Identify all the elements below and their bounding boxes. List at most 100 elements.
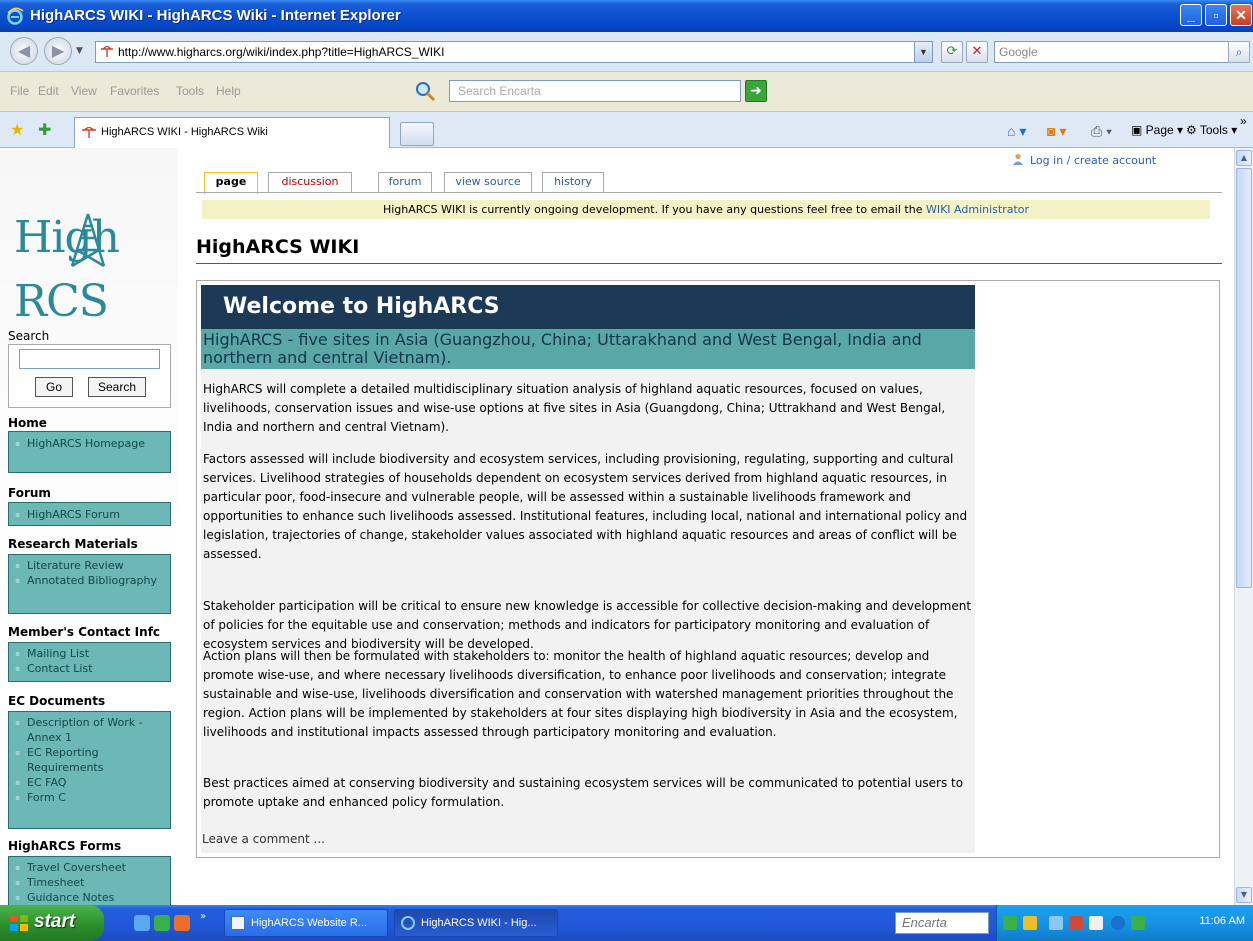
home-icon[interactable]: ⌂ ▾ [1007, 123, 1026, 140]
taskbar-item-wiki-label: HighARCS WIKI - Hig... [421, 917, 537, 929]
maximize-button[interactable]: ▫ [1205, 4, 1227, 26]
browser-tab[interactable]: HighARCS WIKI - HighARCS Wiki [74, 117, 390, 148]
article-paragraph-3: Stakeholder participation will be critic… [203, 599, 972, 651]
tab-history[interactable]: history [542, 172, 604, 192]
search-placeholder: Google [999, 45, 1038, 59]
tray-help-icon[interactable] [1089, 916, 1103, 930]
tray-messenger-icon[interactable] [1131, 916, 1145, 930]
wiki-administrator-link[interactable]: WIKI Administrator [926, 203, 1029, 216]
tray-notification-icon[interactable] [1023, 916, 1037, 930]
sidebar-heading-home: Home [8, 416, 47, 430]
quicklaunch-overflow-icon[interactable]: » [200, 911, 206, 922]
add-favorite-icon[interactable]: ✚ [38, 120, 51, 139]
search-input[interactable]: Google [994, 41, 1230, 63]
tab-view-source[interactable]: view source [444, 172, 532, 192]
page-menu-button[interactable]: ▣ Page ▾ [1131, 123, 1183, 137]
wiki-sidebar: HighRCS Search Go Search Home HighARCS H… [0, 148, 178, 905]
sidebar-item-guidance-notes[interactable]: Guidance Notes [9, 890, 170, 905]
sidebar-item-higharcs-homepage[interactable]: HighARCS Homepage [9, 436, 170, 451]
higharcs-logo[interactable]: HighRCS [14, 206, 174, 327]
article-paragraph-4: Action plans will then be formulated wit… [203, 649, 958, 739]
new-tab-button[interactable] [400, 122, 434, 146]
taskbar-encarta-search[interactable]: Encarta [895, 912, 989, 934]
tab-forum[interactable]: forum [378, 172, 432, 192]
document-icon [231, 916, 245, 930]
tray-tool-icon[interactable] [1049, 916, 1063, 930]
system-clock[interactable]: 11:06 AM [1199, 915, 1245, 927]
tray-volume-icon[interactable] [1111, 916, 1125, 930]
encarta-search-icon[interactable] [414, 80, 436, 102]
start-button[interactable]: start [0, 905, 104, 941]
print-icon[interactable]: ⎙ ▾ [1091, 123, 1112, 140]
go-button[interactable]: Go [35, 377, 73, 397]
sidebar-item-ec-reporting-requirements[interactable]: EC Reporting Requirements [9, 745, 170, 775]
sidebar-item-mailing-list[interactable]: Mailing List [9, 646, 170, 661]
sidebar-heading-forum: Forum [8, 486, 51, 500]
sidebar-heading-research-materials: Research Materials [8, 537, 138, 551]
address-bar[interactable]: http://www.higharcs.org/wiki/index.php?t… [95, 41, 933, 63]
search-icon[interactable]: ⌕ [1228, 41, 1250, 63]
quicklaunch-ie-icon[interactable] [134, 915, 150, 931]
menu-file[interactable]: File [10, 84, 29, 98]
refresh-button[interactable]: ⟳ [941, 41, 963, 63]
article-paragraph-1: HighARCS will complete a detailed multid… [203, 382, 946, 434]
menu-tools[interactable]: Tools [176, 84, 204, 98]
sidebar-heading-contact-info: Member's Contact Infc [8, 625, 161, 639]
sidebar-search-box: Go Search [8, 344, 171, 408]
menu-help[interactable]: Help [216, 84, 241, 98]
window-title: HighARCS WIKI - HighARCS Wiki - Internet… [30, 7, 401, 24]
scrollbar-thumb[interactable] [1236, 168, 1252, 588]
sidebar-item-literature-review[interactable]: Literature Review [9, 558, 170, 573]
sidebar-search-input[interactable] [19, 349, 160, 369]
tab-title: HighARCS WIKI - HighARCS Wiki [101, 126, 268, 138]
stop-button[interactable]: ✕ [966, 41, 988, 63]
close-button[interactable]: ✕ [1230, 4, 1252, 26]
quicklaunch-media-icon[interactable] [154, 915, 170, 931]
vertical-scrollbar[interactable]: ▲ ▼ [1234, 148, 1253, 905]
scroll-down-icon[interactable]: ▼ [1236, 887, 1252, 903]
taskbar-encarta-label: Encarta [902, 915, 947, 930]
sidebar-item-travel-coversheet[interactable]: Travel Coversheet [9, 860, 170, 875]
sidebar-item-description-of-work[interactable]: Description of Work - Annex 1 [9, 715, 170, 745]
tab-page[interactable]: page [204, 172, 258, 194]
favorites-star-icon[interactable]: ★ [10, 120, 24, 139]
taskbar-item-wiki[interactable]: HighARCS WIKI - Hig... [394, 909, 558, 937]
menu-favorites[interactable]: Favorites [110, 84, 159, 98]
sidebar-item-annotated-bibliography[interactable]: Annotated Bibliography [9, 573, 170, 588]
recent-pages-dropdown[interactable]: ▼ [76, 46, 83, 56]
address-dropdown-icon[interactable]: ▼ [914, 42, 932, 62]
tray-network-icon[interactable] [1003, 916, 1017, 930]
user-links[interactable]: Log in / create account [1012, 153, 1156, 167]
sidebar-item-contact-list[interactable]: Contact List [9, 661, 170, 676]
site-favicon-icon [101, 46, 113, 57]
toolbar-overflow-icon[interactable]: » [1240, 114, 1247, 128]
leave-comment-link[interactable]: Leave a comment ... [202, 832, 325, 846]
article-panel: Welcome to HighARCS HighARCS - five site… [201, 285, 975, 853]
sidebar-item-timesheet[interactable]: Timesheet [9, 875, 170, 890]
scroll-up-icon[interactable]: ▲ [1236, 150, 1252, 166]
encarta-search-input[interactable]: Search Encarta [449, 80, 741, 102]
encarta-go-button[interactable]: ➜ [745, 80, 767, 102]
page-title: HighARCS WIKI [196, 236, 360, 258]
window-title-bar[interactable]: HighARCS WIKI - HighARCS Wiki - Internet… [0, 0, 1253, 32]
menu-view[interactable]: View [71, 84, 97, 98]
ie-taskbar-icon [401, 916, 415, 930]
taskbar-item-website[interactable]: HighARCS Website R... [224, 909, 388, 937]
quicklaunch-browser-icon[interactable] [174, 915, 190, 931]
login-link[interactable]: Log in / create account [1030, 154, 1156, 167]
tools-menu-label: Tools [1199, 123, 1228, 137]
search-button[interactable]: Search [88, 377, 146, 397]
site-notice-text: HighARCS WIKI is currently ongoing devel… [382, 203, 923, 216]
feeds-icon[interactable]: ◙ ▾ [1047, 123, 1066, 140]
tab-underline [196, 192, 1222, 193]
back-button[interactable]: ◀ [10, 37, 38, 65]
sidebar-item-ec-faq[interactable]: EC FAQ [9, 775, 170, 790]
tools-menu-button[interactable]: ⚙ Tools ▾ [1186, 123, 1237, 137]
sidebar-item-form-c[interactable]: Form C [9, 790, 170, 805]
forward-button[interactable]: ▶ [44, 37, 72, 65]
minimize-button[interactable]: _ [1180, 4, 1202, 26]
tab-discussion[interactable]: discussion [268, 172, 352, 192]
tray-security-icon[interactable] [1069, 916, 1083, 930]
menu-edit[interactable]: Edit [38, 84, 59, 98]
sidebar-item-higharcs-forum[interactable]: HighARCS Forum [9, 507, 170, 522]
